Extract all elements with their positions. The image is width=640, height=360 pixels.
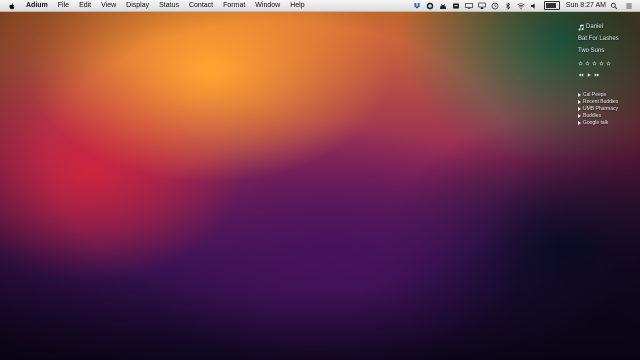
buddy-group[interactable]: Recent Buddies — [578, 99, 628, 105]
screen-icon[interactable] — [464, 1, 474, 11]
buddy-group-label: Cal Peeps — [583, 91, 607, 98]
previous-track-icon[interactable] — [578, 72, 584, 78]
menu-edit[interactable]: Edit — [79, 0, 91, 11]
menu-contact[interactable]: Contact — [189, 0, 213, 11]
time-machine-icon[interactable] — [490, 1, 500, 11]
disclosure-triangle-icon[interactable] — [578, 106, 581, 111]
menu-bar: Adium File Edit View Display Status Cont… — [0, 0, 640, 12]
menubar-clock[interactable]: Sun 8:27 AM — [566, 2, 606, 9]
buddy-group-label: Google talk — [583, 119, 609, 126]
menu-status[interactable]: Status — [159, 0, 179, 11]
rating-stars[interactable] — [578, 60, 628, 66]
buddy-group[interactable]: Buddies — [578, 113, 628, 119]
user-row: Daniel — [578, 24, 628, 31]
growl-icon[interactable] — [438, 1, 448, 11]
menu-display[interactable]: Display — [126, 0, 149, 11]
volume-icon[interactable] — [529, 1, 539, 11]
buddy-group-label: Buddies — [583, 112, 602, 119]
status-icon[interactable] — [425, 1, 435, 11]
star-icon[interactable] — [606, 60, 611, 66]
now-playing-widget: Daniel Bat For Lashes Two Suns Cal Peeps… — [578, 24, 628, 127]
menu-extras: Sun 8:27 AM — [409, 1, 640, 11]
menu-help[interactable]: Help — [290, 0, 304, 11]
battery-level — [545, 3, 556, 8]
buddy-group[interactable]: Cal Peeps — [578, 92, 628, 98]
spotlight-icon[interactable] — [609, 1, 619, 11]
play-icon[interactable] — [586, 72, 592, 78]
menu-file[interactable]: File — [58, 0, 69, 11]
menu-format[interactable]: Format — [223, 0, 245, 11]
buddy-group[interactable]: UMB Pharmacy — [578, 106, 628, 112]
buddy-group-label: Recent Buddies — [583, 98, 619, 105]
star-icon[interactable] — [592, 60, 597, 66]
buddy-groups: Cal Peeps Recent Buddies UMB Pharmacy Bu… — [578, 92, 628, 126]
artist-name: Bat For Lashes — [578, 36, 619, 43]
music-note-icon — [578, 24, 584, 31]
buddy-group[interactable]: Google talk — [578, 120, 628, 126]
bluetooth-icon[interactable] — [503, 1, 513, 11]
star-icon[interactable] — [585, 60, 590, 66]
disclosure-triangle-icon[interactable] — [578, 92, 581, 97]
dropbox-icon[interactable] — [412, 1, 422, 11]
battery-icon[interactable] — [543, 1, 560, 10]
menu-window[interactable]: Window — [255, 0, 280, 11]
user-menu-icon[interactable] — [624, 1, 634, 11]
wifi-icon[interactable] — [516, 1, 526, 11]
airplay-icon[interactable] — [477, 1, 487, 11]
track-name: Two Suns — [578, 48, 605, 55]
wallpaper-vignette — [0, 0, 640, 360]
disclosure-triangle-icon[interactable] — [578, 120, 581, 125]
menu-view[interactable]: View — [101, 0, 116, 11]
star-icon[interactable] — [578, 60, 583, 66]
star-icon[interactable] — [599, 60, 604, 66]
disclosure-triangle-icon[interactable] — [578, 113, 581, 118]
menu-app-adium[interactable]: Adium — [26, 0, 48, 11]
playback-controls — [578, 72, 628, 78]
buddy-group-label: UMB Pharmacy — [583, 105, 619, 112]
disclosure-triangle-icon[interactable] — [578, 99, 581, 104]
user-name: Daniel — [586, 24, 604, 30]
next-track-icon[interactable] — [594, 72, 600, 78]
adium-icon[interactable] — [451, 1, 461, 11]
apple-logo-icon[interactable] — [7, 1, 17, 11]
